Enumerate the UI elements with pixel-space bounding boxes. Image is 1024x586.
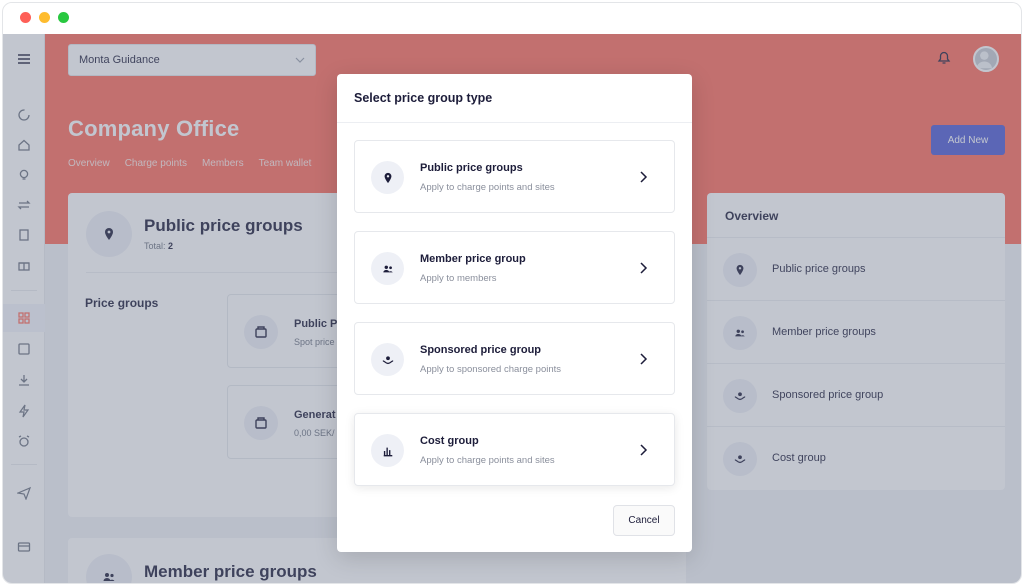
chevron-right-icon bbox=[640, 262, 648, 274]
option-cost-group[interactable]: Cost group Apply to charge points and si… bbox=[354, 413, 675, 486]
option-subtitle: Apply to charge points and sites bbox=[420, 182, 555, 193]
option-title: Public price groups bbox=[420, 162, 523, 174]
option-title: Member price group bbox=[420, 253, 526, 265]
app-window: Monta Guidance Company Office Overview C… bbox=[2, 2, 1022, 584]
maximize-window-button[interactable] bbox=[58, 12, 69, 23]
option-title: Cost group bbox=[420, 435, 479, 447]
chevron-right-icon bbox=[640, 353, 648, 365]
option-subtitle: Apply to sponsored charge points bbox=[420, 364, 562, 375]
option-subtitle: Apply to charge points and sites bbox=[420, 455, 555, 466]
option-subtitle: Apply to members bbox=[420, 273, 497, 284]
bar-chart-icon bbox=[371, 434, 404, 467]
cancel-button[interactable]: Cancel bbox=[613, 505, 675, 536]
select-price-group-modal: Select price group type Public price gro… bbox=[337, 74, 692, 552]
window-titlebar bbox=[3, 3, 1021, 34]
option-title: Sponsored price group bbox=[420, 344, 542, 356]
minimize-window-button[interactable] bbox=[39, 12, 50, 23]
people-icon bbox=[371, 252, 404, 285]
app-area: Monta Guidance Company Office Overview C… bbox=[3, 34, 1021, 583]
close-window-button[interactable] bbox=[20, 12, 31, 23]
location-pin-icon bbox=[371, 161, 404, 194]
modal-divider bbox=[337, 122, 692, 123]
option-member-price-group[interactable]: Member price group Apply to members bbox=[354, 231, 675, 304]
option-sponsored-price-group[interactable]: Sponsored price group Apply to sponsored… bbox=[354, 322, 675, 395]
chevron-right-icon bbox=[640, 171, 648, 183]
option-public-price-groups[interactable]: Public price groups Apply to charge poin… bbox=[354, 140, 675, 213]
sponsored-hand-icon bbox=[371, 343, 404, 376]
modal-title: Select price group type bbox=[354, 91, 493, 105]
chevron-right-icon bbox=[640, 444, 648, 456]
